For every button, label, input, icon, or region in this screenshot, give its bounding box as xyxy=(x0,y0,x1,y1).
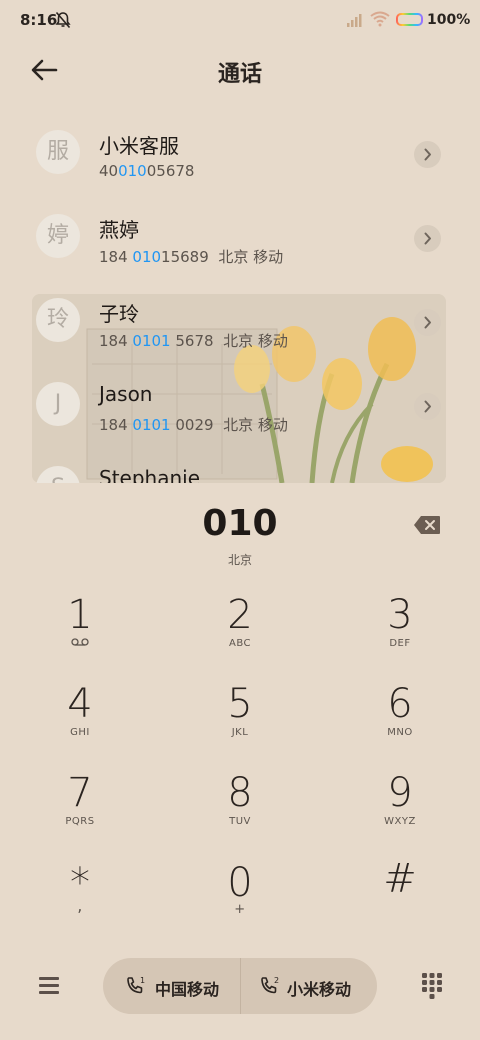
key-1[interactable]: 1 xyxy=(20,592,140,672)
contact-name: Jason xyxy=(99,382,153,406)
key-star[interactable]: *, xyxy=(20,860,140,940)
dialed-number-location: 北京 xyxy=(227,553,252,567)
bell-muted-icon xyxy=(55,11,71,29)
phone-sim1-icon: 1 xyxy=(127,976,145,994)
sim2-label: 小米移动 xyxy=(287,980,352,999)
list-item[interactable]: 服 小米客服 4001005678 xyxy=(0,104,480,188)
status-bar: 8:16 100% xyxy=(0,0,480,40)
key-hash[interactable]: # xyxy=(340,856,460,936)
svg-text:2: 2 xyxy=(274,976,279,985)
list-item[interactable]: J Jason 184 0101 0029 北京 移动 xyxy=(0,356,480,440)
wifi-icon xyxy=(370,11,390,27)
backspace-icon[interactable] xyxy=(413,515,441,535)
key-4[interactable]: 4 GHI xyxy=(20,681,140,761)
avatar: 玲 xyxy=(36,298,80,342)
call-sim1-button[interactable]: 1 中国移动 xyxy=(103,958,239,1014)
chevron-right-icon xyxy=(424,232,431,245)
key-6[interactable]: 6 MNO xyxy=(340,681,460,761)
menu-icon[interactable] xyxy=(36,974,62,996)
page-title: 通话 xyxy=(217,62,262,87)
contact-detail-button[interactable] xyxy=(414,141,441,168)
list-item[interactable]: S Stephanie xyxy=(0,440,480,483)
call-buttons: 1 中国移动 2 小米移动 xyxy=(103,958,377,1014)
contact-detail-button[interactable] xyxy=(414,393,441,420)
avatar: S xyxy=(36,466,80,483)
signal-icon xyxy=(347,14,362,27)
battery-percent: 100% xyxy=(427,12,471,28)
dialed-number: 010 xyxy=(202,503,278,544)
chevron-right-icon xyxy=(424,400,431,413)
contact-name: 小米客服 xyxy=(99,134,179,158)
avatar: J xyxy=(36,382,80,426)
contact-name: Stephanie xyxy=(99,466,201,483)
contact-results-list: 服 小米客服 4001005678 婷 燕婷 184 01015689 北京 移… xyxy=(0,104,480,483)
call-sim2-button[interactable]: 2 小米移动 xyxy=(241,958,377,1014)
contact-detail-button[interactable] xyxy=(414,225,441,252)
key-8[interactable]: 8 TUV xyxy=(180,770,300,850)
contact-number: 184 01015689 北京 移动 xyxy=(99,248,284,266)
voicemail-icon xyxy=(71,638,89,646)
sim1-label: 中国移动 xyxy=(155,980,220,999)
key-2[interactable]: 2 ABC xyxy=(180,592,300,672)
chevron-right-icon xyxy=(424,148,431,161)
chevron-right-icon xyxy=(424,316,431,329)
key-5[interactable]: 5 JKL xyxy=(180,681,300,761)
key-9[interactable]: 9 WXYZ xyxy=(340,770,460,850)
key-0[interactable]: 0 + xyxy=(180,860,300,940)
svg-text:1: 1 xyxy=(140,976,145,985)
contact-number: 4001005678 xyxy=(99,162,195,180)
key-3[interactable]: 3 DEF xyxy=(340,592,460,672)
status-time: 8:16 xyxy=(20,11,58,29)
list-item[interactable]: 玲 子玲 184 0101 5678 北京 移动 xyxy=(0,272,480,356)
dialpad-icon[interactable] xyxy=(421,972,443,1000)
avatar: 婷 xyxy=(36,214,80,258)
contact-name: 燕婷 xyxy=(99,218,139,242)
contact-number: 184 0101 5678 北京 移动 xyxy=(99,332,288,350)
phone-sim2-icon: 2 xyxy=(261,976,279,994)
contact-name: 子玲 xyxy=(99,302,139,326)
avatar: 服 xyxy=(36,130,80,174)
contact-number: 184 0101 0029 北京 移动 xyxy=(99,416,288,434)
contact-detail-button[interactable] xyxy=(414,309,441,336)
key-7[interactable]: 7 PQRS xyxy=(20,770,140,850)
battery-icon xyxy=(396,13,423,26)
list-item[interactable]: 婷 燕婷 184 01015689 北京 移动 xyxy=(0,188,480,272)
